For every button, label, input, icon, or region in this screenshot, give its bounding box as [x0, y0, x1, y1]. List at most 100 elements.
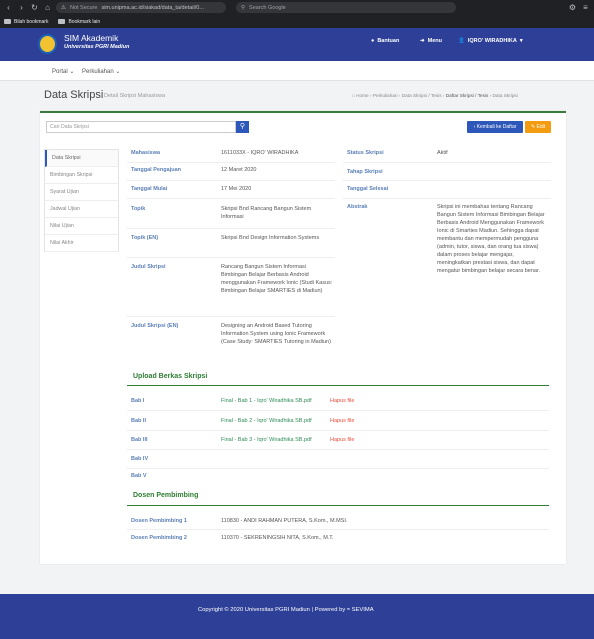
tahap-label: Tahap Skripsi [347, 169, 383, 175]
edit-button[interactable]: ✎ Edit [525, 121, 551, 133]
user-menu[interactable]: 👤 IQRO' WIRADHIKA ▾ [458, 38, 523, 44]
search-placeholder: Search Google [249, 4, 286, 11]
search-icon: ⚲ [241, 4, 246, 11]
bookmark-label: Bilah bookmark [14, 18, 49, 25]
row-divider [127, 449, 549, 450]
bab-1-delete-link[interactable]: Hapus file [330, 398, 354, 404]
topik-en-value: Skripsi Bnd Design Information Systems [221, 235, 320, 241]
row-divider [127, 180, 335, 181]
app-name: SIM Akademik [64, 33, 119, 43]
row-divider [127, 198, 335, 199]
breadcrumb-daftar[interactable]: Daftar Skripsi / Tesis [446, 93, 489, 98]
row-divider [127, 228, 335, 229]
bab-1-label: Bab I [131, 398, 145, 404]
breadcrumb-perkuliahan[interactable]: Perkuliahan [373, 93, 398, 98]
bab-5-label: Bab V [131, 473, 147, 479]
bookmark-bar-folder[interactable]: Bilah bookmark [4, 19, 48, 25]
dosen-1-label: Dosen Pembimbing 1 [131, 518, 187, 524]
home-icon[interactable]: ⌂ [43, 3, 52, 12]
warning-icon: ⚠ [61, 4, 66, 11]
url-text: sim.unipma.ac.id/siakad/data_ta/detail/0… [101, 4, 204, 11]
other-bookmarks-folder[interactable]: Bookmark lain [58, 19, 100, 25]
bab-2-file-link[interactable]: Final - Bab 2 - Iqro' Wiradhika SB.pdf [221, 418, 312, 424]
tgl-mulai-value: 17 Mei 2020 [221, 186, 252, 192]
abstrak-value: Skripsi ini membahas tentang Rancang Ban… [437, 204, 545, 274]
sidebar-item-nilai-ujian[interactable]: Nilai Ujian [45, 218, 118, 235]
sidebar-item-jadwal-ujian[interactable]: Jadwal Ujian [45, 201, 118, 218]
menu-icon: ➜ [420, 38, 425, 44]
sidebar-item-nilai-akhir[interactable]: Nilai Akhir [45, 235, 118, 252]
dosen-1-value: 110830 - ANDI RAHMAN PUTERA, S.Kom., M.M… [221, 518, 348, 524]
bab-1-file-link[interactable]: Final - Bab 1 - Iqro' Wiradhika SB.pdf [221, 398, 312, 404]
chevron-down-icon: ⌄ [115, 69, 121, 75]
judul-en-value: Designing an Android Based Tutoring Info… [221, 323, 331, 345]
extensions-icon[interactable]: ⚙ [568, 3, 577, 12]
section-divider [127, 385, 549, 386]
detail-sidebar: Data Skripsi Bimbingan Skripsi Syarat Uj… [44, 149, 119, 252]
not-secure-label: Not Secure [69, 4, 98, 11]
judul-value: Rancang Bangun Sistem Informasi Bimbinga… [221, 264, 333, 294]
address-bar[interactable]: ⚠ Not Secure sim.unipma.ac.id/siakad/dat… [56, 2, 226, 13]
back-label: Kembali ke Daftar [476, 124, 517, 130]
row-divider [127, 468, 549, 469]
topik-en-label: Topik (EN) [131, 235, 159, 241]
upload-section-title: Upload Berkas Skripsi [133, 373, 208, 380]
help-link[interactable]: ● Bantuan [371, 38, 399, 44]
back-to-list-button[interactable]: ‹ Kembali ke Daftar [467, 121, 523, 133]
menu-perkuliahan[interactable]: Perkuliahan ⌄ [82, 68, 120, 75]
judul-label: Judul Skripsi [131, 264, 166, 270]
university-logo[interactable] [38, 34, 57, 54]
dosen-2-value: 110370 - SEKRENINGSIH NITA, S.Kom., M.T. [221, 535, 334, 541]
user-icon: 👤 [458, 38, 465, 44]
reload-icon[interactable]: ↻ [30, 3, 39, 12]
home-icon: ⌂ [352, 93, 355, 98]
breadcrumb-data-skripsi-tesis[interactable]: Data Skripsi / Tesis [402, 93, 442, 98]
sidebar-item-syarat-ujian[interactable]: Syarat Ujian [45, 184, 118, 201]
status-label: Status Skripsi [347, 150, 384, 156]
back-arrow-icon[interactable]: ‹ [4, 3, 13, 12]
status-value: Aktif [437, 150, 448, 156]
menu-link[interactable]: ➜ Menu [420, 38, 442, 44]
row-divider [127, 430, 549, 431]
footer-text: Copyright © 2020 Universitas PGRI Madiun… [198, 607, 374, 613]
mahasiswa-value: 1611033X - IQRO' WIRADHIKA [221, 150, 299, 156]
menu-portal[interactable]: Portal ⌄ [52, 68, 74, 75]
bab-3-delete-link[interactable]: Hapus file [330, 437, 354, 443]
bab-2-delete-link[interactable]: Hapus file [330, 418, 354, 424]
menu-label: Menu [427, 38, 442, 44]
bab-3-label: Bab III [131, 437, 148, 443]
row-divider [127, 162, 335, 163]
breadcrumb-home[interactable]: Home [356, 93, 369, 98]
menu-perkuliahan-label: Perkuliahan [82, 69, 114, 75]
sidebar-item-bimbingan[interactable]: Bimbingan Skripsi [45, 167, 118, 184]
topik-value: Skripsi Bnd Rancang Bangun Sistem Inform… [221, 206, 312, 220]
browser-search-input[interactable]: ⚲ Search Google [236, 2, 456, 13]
page-subtitle: Detail Skripsi Mahasiswa [104, 93, 166, 99]
row-divider [343, 180, 551, 181]
bookmark-bar: Bilah bookmark Bookmark lain [0, 15, 594, 28]
row-divider [127, 410, 549, 411]
folder-icon [4, 19, 11, 24]
help-icon: ● [371, 38, 375, 44]
search-button[interactable]: ⚲ [236, 121, 249, 133]
breadcrumb: ⌂ Home › Perkuliahan › Data Skripsi / Te… [352, 93, 518, 98]
edit-label: Edit [536, 124, 546, 130]
bab-2-label: Bab II [131, 418, 146, 424]
help-label: Bantuan [377, 38, 400, 44]
user-name: IQRO' WIRADHIKA [467, 38, 517, 44]
dosen-section-title: Dosen Pembimbing [133, 492, 199, 499]
search-input[interactable]: Cari Data Skripsi [46, 121, 236, 133]
powered-by-brand[interactable]: SEVIMA [352, 607, 374, 613]
row-divider [127, 316, 335, 317]
sevima-logo-icon: ≈ [346, 607, 351, 613]
row-divider [127, 257, 335, 258]
chevron-down-icon: ⌄ [69, 69, 75, 75]
browser-menu-icon[interactable]: ≡ [581, 3, 590, 12]
search-icon: ⚲ [239, 123, 246, 130]
tgl-selesai-label: Tanggal Selesai [347, 186, 389, 192]
chevron-down-icon: ▾ [519, 38, 523, 44]
bab-3-file-link[interactable]: Final - Bab 3 - Iqro' Wiradhika SB.pdf [221, 437, 312, 443]
sidebar-item-data-skripsi[interactable]: Data Skripsi [45, 150, 118, 167]
forward-arrow-icon[interactable]: › [17, 3, 26, 12]
university-name: Universitas PGRI Madiun [64, 44, 130, 50]
